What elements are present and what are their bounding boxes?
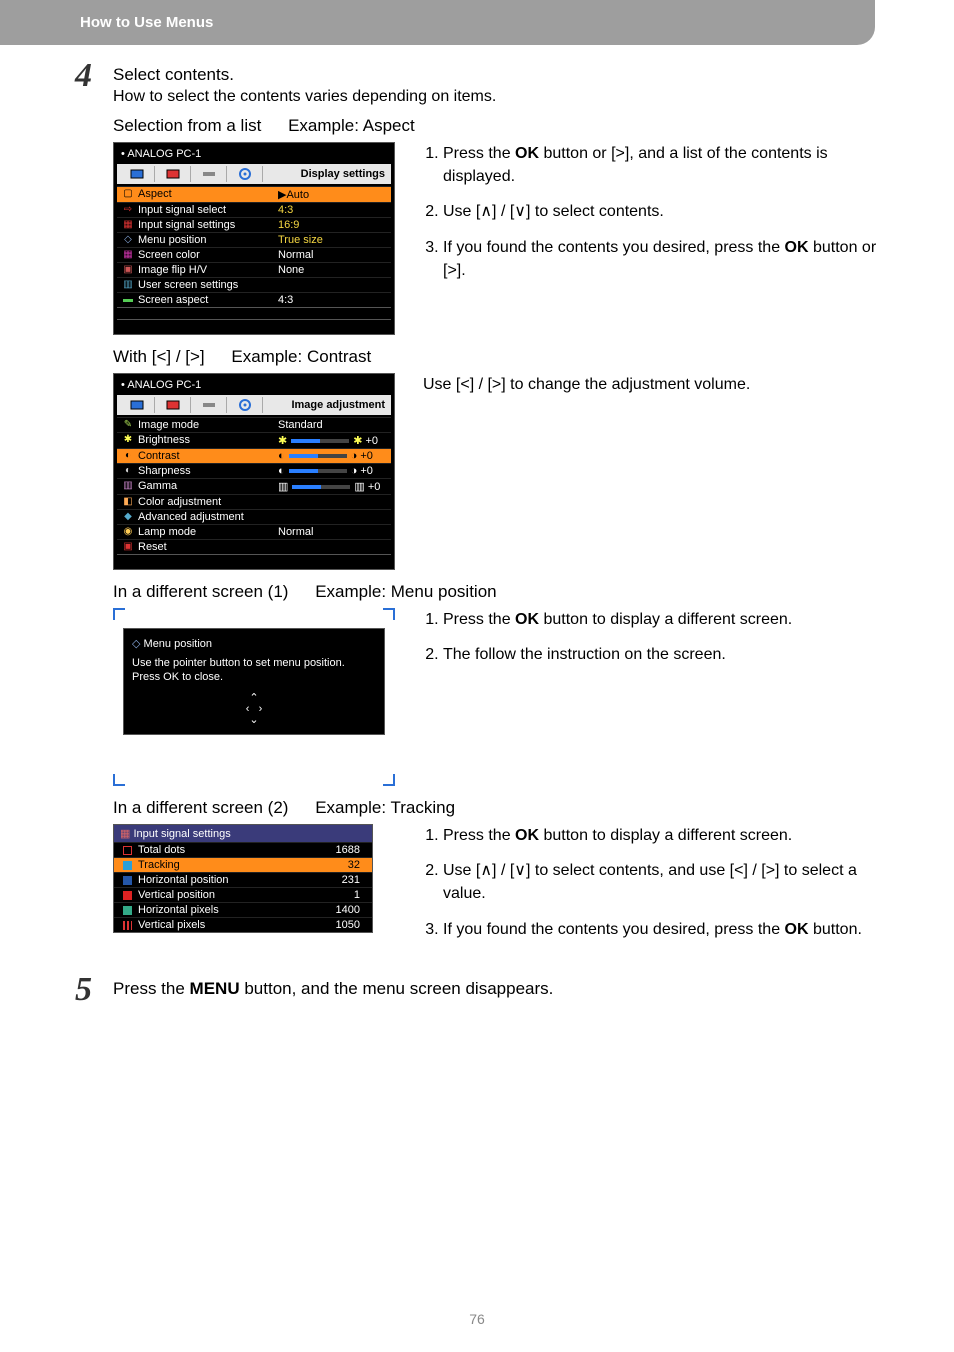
- tab-icon: [119, 166, 155, 182]
- header-title: How to Use Menus: [80, 14, 213, 31]
- list-item: Use [∧] / [∨] to select contents, and us…: [443, 859, 879, 905]
- list-item: If you found the contents you desired, p…: [443, 918, 879, 941]
- osd-image-adjustment: • ANALOG PC-1 Image adjustment ✎Image mo…: [113, 373, 395, 570]
- tab-icon: [227, 397, 263, 413]
- step-4-number: 4: [75, 59, 113, 93]
- osd-menu-position-popup: ◇ Menu position Use the pointer button t…: [123, 628, 385, 735]
- section-d-steps: Press the OK button to display a differe…: [423, 824, 879, 941]
- list-item: Press the OK button or [>], and a list o…: [443, 142, 879, 188]
- tab-icon: [119, 397, 155, 413]
- list-item: The follow the instruction on the screen…: [443, 643, 879, 666]
- osd-input-signal-settings: ▦ Input signal settings Total dots1688 T…: [113, 824, 373, 933]
- crop-corner-icon: [113, 774, 125, 786]
- page-number: 76: [0, 1311, 954, 1327]
- step-5-number: 5: [75, 973, 113, 1007]
- list-item: If you found the contents you desired, p…: [443, 236, 879, 282]
- step-5-text: Press the MENU button, and the menu scre…: [113, 979, 879, 999]
- section-b-heading: With [<] / [>] Example: Contrast: [113, 347, 879, 367]
- page-header: How to Use Menus: [0, 0, 875, 45]
- section-a-heading: Selection from a list Example: Aspect: [113, 116, 879, 136]
- tab-icon: [155, 166, 191, 182]
- step-4: 4 Select contents. How to select the con…: [75, 65, 879, 965]
- section-b-text: Use [<] / [>] to change the adjustment v…: [423, 373, 879, 396]
- section-c-heading: In a different screen (1) Example: Menu …: [113, 582, 879, 602]
- crop-corner-icon: [383, 774, 395, 786]
- step-4-description: How to select the contents varies depend…: [113, 88, 879, 106]
- arrow-nav-icon: ⌃ ‹ › ⌄: [132, 693, 376, 726]
- step-5: 5 Press the MENU button, and the menu sc…: [75, 979, 879, 1013]
- section-c-steps: Press the OK button to display a differe…: [423, 608, 879, 666]
- tab-icon: [191, 166, 227, 182]
- crop-corner-icon: [113, 608, 125, 620]
- tab-icon: [155, 397, 191, 413]
- step-4-title: Select contents.: [113, 65, 879, 85]
- list-item: Press the OK button to display a differe…: [443, 608, 879, 631]
- crop-corner-icon: [383, 608, 395, 620]
- osd-display-settings: • ANALOG PC-1 Display settings ▢Aspect▶A…: [113, 142, 395, 335]
- section-a-steps: Press the OK button or [>], and a list o…: [423, 142, 879, 282]
- section-d-heading: In a different screen (2) Example: Track…: [113, 798, 879, 818]
- tab-icon: [227, 166, 263, 182]
- tab-icon: [191, 397, 227, 413]
- list-item: Use [∧] / [∨] to select contents.: [443, 200, 879, 223]
- list-item: Press the OK button to display a differe…: [443, 824, 879, 847]
